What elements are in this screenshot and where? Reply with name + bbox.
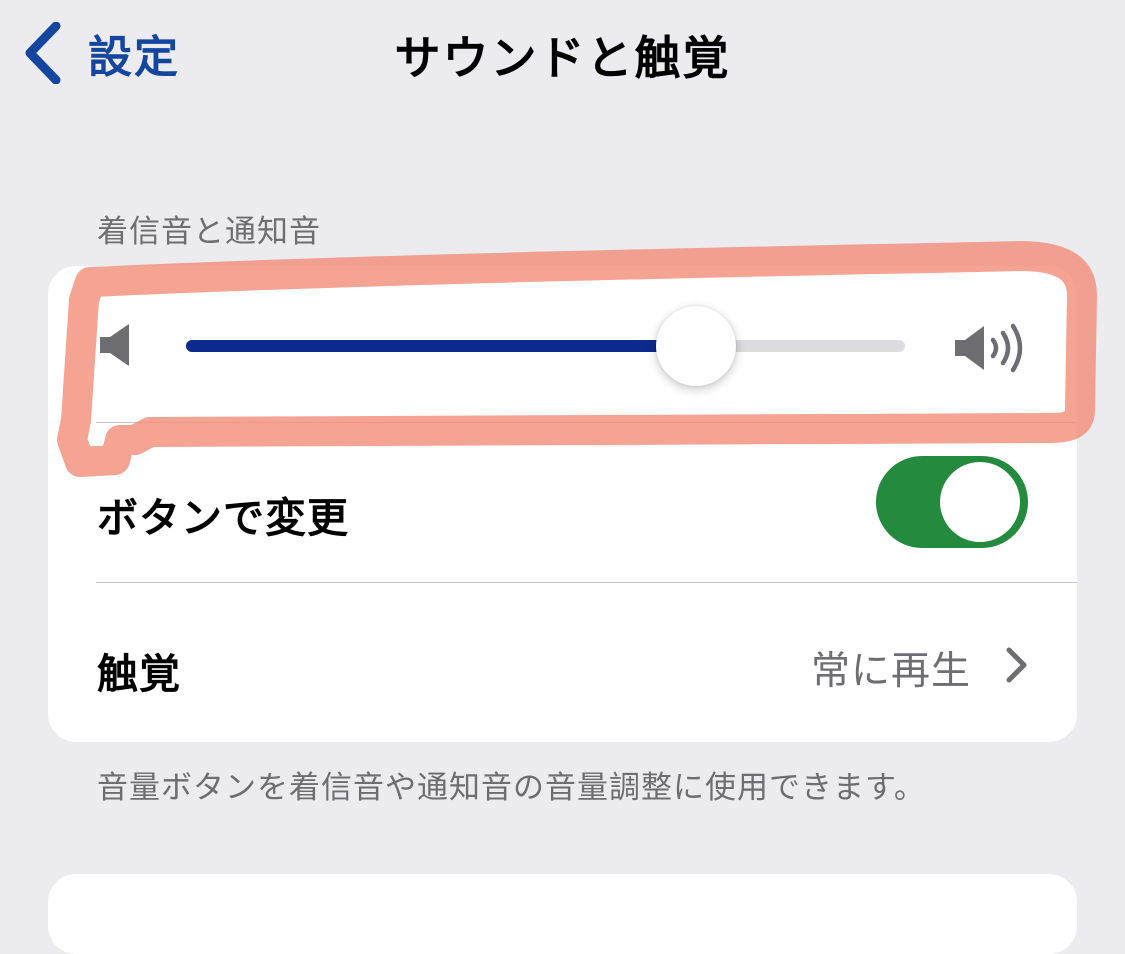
haptics-label: 触覚 — [97, 650, 181, 698]
divider — [96, 582, 1077, 583]
slider-thumb[interactable] — [656, 306, 736, 386]
ringer-volume-slider[interactable] — [186, 306, 905, 386]
toggle-knob — [940, 462, 1020, 542]
ringer-volume-row — [48, 266, 1077, 422]
section-header-ringtones: 着信音と通知音 — [97, 214, 321, 250]
haptics-value: 常に再生 — [810, 649, 971, 694]
ringtone-settings-card: ボタンで変更 触覚 常に再生 — [48, 266, 1077, 742]
haptics-row[interactable]: 触覚 常に再生 — [48, 586, 1077, 742]
speaker-low-icon — [100, 324, 129, 366]
change-with-buttons-toggle[interactable] — [876, 456, 1028, 548]
divider — [96, 422, 1077, 423]
chevron-right-icon — [1006, 647, 1027, 683]
speaker-high-icon — [955, 323, 1023, 373]
slider-fill — [186, 340, 696, 352]
change-with-buttons-label: ボタンで変更 — [97, 494, 349, 542]
section-footer-note: 音量ボタンを着信音や通知音の音量調整に使用できます。 — [97, 770, 926, 806]
page-title: サウンドと触覚 — [394, 31, 731, 85]
next-settings-card — [48, 874, 1077, 954]
